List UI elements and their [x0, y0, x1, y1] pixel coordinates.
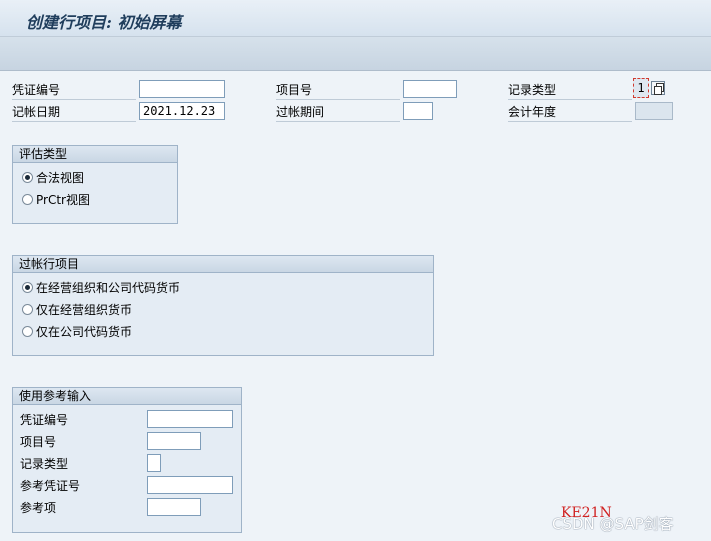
- radio-unselected-icon[interactable]: [22, 194, 33, 205]
- radio-legal-view[interactable]: 合法视图: [22, 169, 84, 187]
- title-bar: 创建行项目: 初始屏幕: [0, 0, 711, 37]
- radio-unselected-icon[interactable]: [22, 304, 33, 315]
- record-type-input[interactable]: 1: [633, 78, 649, 98]
- item-no-label: 项目号: [276, 81, 400, 100]
- radio-prctr-view[interactable]: PrCtr视图: [22, 191, 90, 209]
- ref-item-input[interactable]: [147, 498, 201, 516]
- posting-date-input[interactable]: 2021.12.23: [139, 102, 225, 120]
- ref-item-no-input[interactable]: [147, 432, 201, 450]
- window-title: 创建行项目: 初始屏幕: [26, 13, 182, 32]
- ref-item-label: 参考项: [20, 501, 57, 515]
- value-help-icon[interactable]: [651, 81, 665, 95]
- radio-unselected-icon[interactable]: [22, 326, 33, 337]
- posting-period-input[interactable]: [403, 102, 433, 120]
- watermark: CSDN @SAP剑客: [552, 515, 674, 533]
- radio-selected-icon[interactable]: [22, 172, 33, 183]
- ref-record-type-label: 记录类型: [20, 457, 69, 471]
- valuation-view-title: 评估类型: [13, 146, 177, 163]
- posting-period-label: 过帐期间: [276, 103, 400, 122]
- record-type-label: 记录类型: [508, 81, 632, 100]
- ref-doc-no-input[interactable]: [147, 410, 233, 428]
- posting-date-label: 记帐日期: [12, 103, 136, 122]
- doc-no-label: 凭证编号: [12, 81, 136, 100]
- radio-operating-concern-currency[interactable]: 仅在经营组织货币: [22, 301, 132, 319]
- posting-items-title: 过帐行项目: [13, 256, 433, 273]
- ref-document-label: 参考凭证号: [20, 479, 81, 493]
- item-no-input[interactable]: [403, 80, 457, 98]
- fiscal-year-label: 会计年度: [508, 103, 632, 122]
- ref-record-type-input[interactable]: [147, 454, 161, 472]
- ref-doc-no-label: 凭证编号: [20, 413, 69, 427]
- doc-no-input[interactable]: [139, 80, 225, 98]
- application-toolbar: [0, 37, 711, 71]
- ref-item-no-label: 项目号: [20, 435, 57, 449]
- radio-company-code-currency[interactable]: 仅在公司代码货币: [22, 323, 132, 341]
- fiscal-year-input: [635, 102, 673, 120]
- ref-document-input[interactable]: [147, 476, 233, 494]
- radio-selected-icon[interactable]: [22, 282, 33, 293]
- reference-input-title: 使用参考输入: [13, 388, 241, 405]
- radio-both-currencies[interactable]: 在经营组织和公司代码货币: [22, 279, 180, 297]
